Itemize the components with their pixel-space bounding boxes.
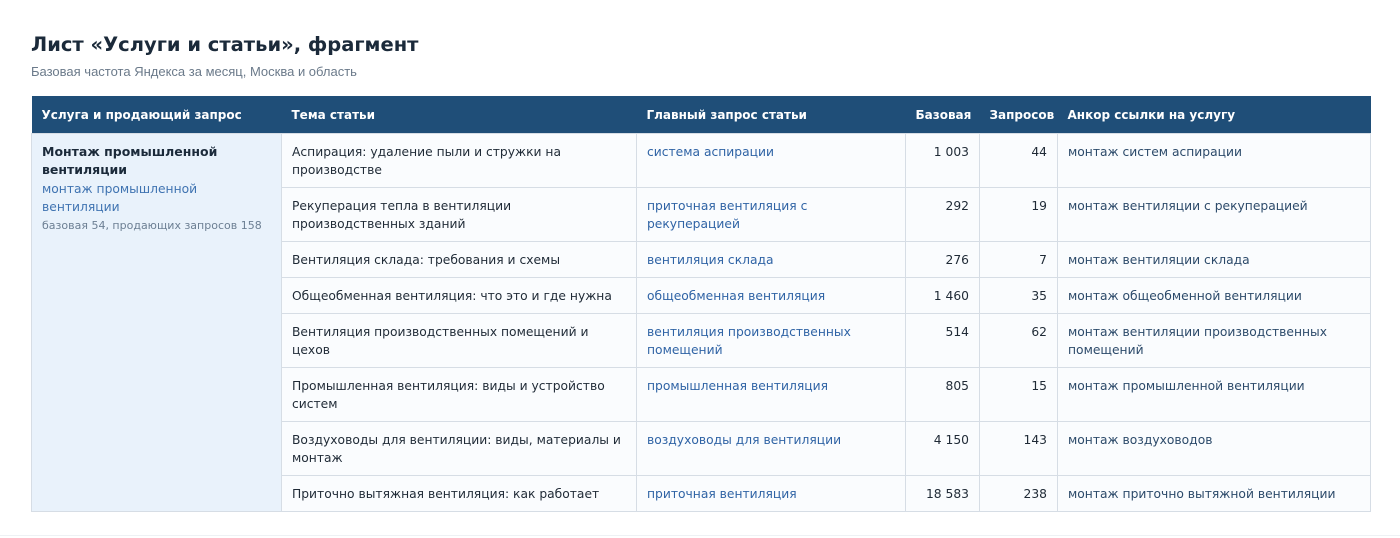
- queries-cell: 15: [979, 367, 1058, 422]
- table-row: Монтаж промышленной вентиляции монтаж пр…: [31, 133, 1371, 512]
- anchor-cell: монтаж вентиляции производственных помещ…: [1057, 313, 1371, 368]
- anchor-cell: монтаж вентиляции с рекуперацией: [1057, 187, 1371, 242]
- anchor-cell: монтаж промышленной вентиляции: [1057, 367, 1371, 422]
- queries-cell: 143: [979, 421, 1058, 476]
- queries-cell: 35: [979, 277, 1058, 314]
- table-header: Услуга и продающий запрос Тема статьи Гл…: [31, 96, 1371, 134]
- queries-cell: 62: [979, 313, 1058, 368]
- queries-cell: 44: [979, 133, 1058, 188]
- topic-cell: Вентиляция производственных помещений и …: [281, 313, 637, 368]
- header-main-query: Главный запрос статьи: [636, 96, 906, 134]
- service-cell: Монтаж промышленной вентиляции монтаж пр…: [31, 133, 282, 512]
- topic-cell: Промышленная вентиляция: виды и устройст…: [281, 367, 637, 422]
- service-query-link[interactable]: монтаж промышленной вентиляции: [42, 180, 271, 216]
- main-query-link[interactable]: приточная вентиляция с рекуперацией: [636, 187, 906, 242]
- services-articles-table: Услуга и продающий запрос Тема статьи Гл…: [31, 96, 1371, 512]
- main-query-link[interactable]: приточная вентиляция: [636, 475, 906, 512]
- base-cell: 4 150: [905, 421, 980, 476]
- header-anchor: Анкор ссылки на услугу: [1057, 96, 1371, 134]
- queries-cell: 238: [979, 475, 1058, 512]
- anchor-cell: монтаж систем аспирации: [1057, 133, 1371, 188]
- bottom-divider: [0, 535, 1400, 536]
- anchor-cell: монтаж общеобменной вентиляции: [1057, 277, 1371, 314]
- topic-cell: Приточно вытяжная вентиляция: как работа…: [281, 475, 637, 512]
- base-cell: 1 003: [905, 133, 980, 188]
- main-query-link[interactable]: вентиляция склада: [636, 241, 906, 278]
- page-subtitle: Базовая частота Яндекса за месяц, Москва…: [31, 64, 357, 79]
- service-meta: базовая 54, продающих запросов 158: [42, 219, 262, 232]
- main-query-link[interactable]: воздуховоды для вентиляции: [636, 421, 906, 476]
- topic-cell: Рекуперация тепла в вентиляции производс…: [281, 187, 637, 242]
- queries-cell: 19: [979, 187, 1058, 242]
- header-queries: Запросов: [979, 96, 1058, 134]
- main-query-link[interactable]: вентиляция производственных помещений: [636, 313, 906, 368]
- header-topic: Тема статьи: [281, 96, 637, 134]
- base-cell: 514: [905, 313, 980, 368]
- base-cell: 1 460: [905, 277, 980, 314]
- queries-cell: 7: [979, 241, 1058, 278]
- topic-cell: Аспирация: удаление пыли и стружки на пр…: [281, 133, 637, 188]
- base-cell: 18 583: [905, 475, 980, 512]
- anchor-cell: монтаж вентиляции склада: [1057, 241, 1371, 278]
- table-body: Монтаж промышленной вентиляции монтаж пр…: [31, 133, 1371, 512]
- header-base: Базовая: [905, 96, 980, 134]
- base-cell: 276: [905, 241, 980, 278]
- topic-cell: Общеобменная вентиляция: что это и где н…: [281, 277, 637, 314]
- page-title: Лист «Услуги и статьи», фрагмент: [31, 33, 419, 56]
- main-query-link[interactable]: система аспирации: [636, 133, 906, 188]
- header-service: Услуга и продающий запрос: [31, 96, 282, 134]
- base-cell: 292: [905, 187, 980, 242]
- page-content: Лист «Услуги и статьи», фрагмент Базовая…: [31, 32, 1371, 512]
- topic-cell: Воздуховоды для вентиляции: виды, матери…: [281, 421, 637, 476]
- main-query-link[interactable]: общеобменная вентиляция: [636, 277, 906, 314]
- topic-cell: Вентиляция склада: требования и схемы: [281, 241, 637, 278]
- anchor-cell: монтаж воздуховодов: [1057, 421, 1371, 476]
- main-query-link[interactable]: промышленная вентиляция: [636, 367, 906, 422]
- base-cell: 805: [905, 367, 980, 422]
- service-title: Монтаж промышленной вентиляции: [42, 144, 218, 177]
- anchor-cell: монтаж приточно вытяжной вентиляции: [1057, 475, 1371, 512]
